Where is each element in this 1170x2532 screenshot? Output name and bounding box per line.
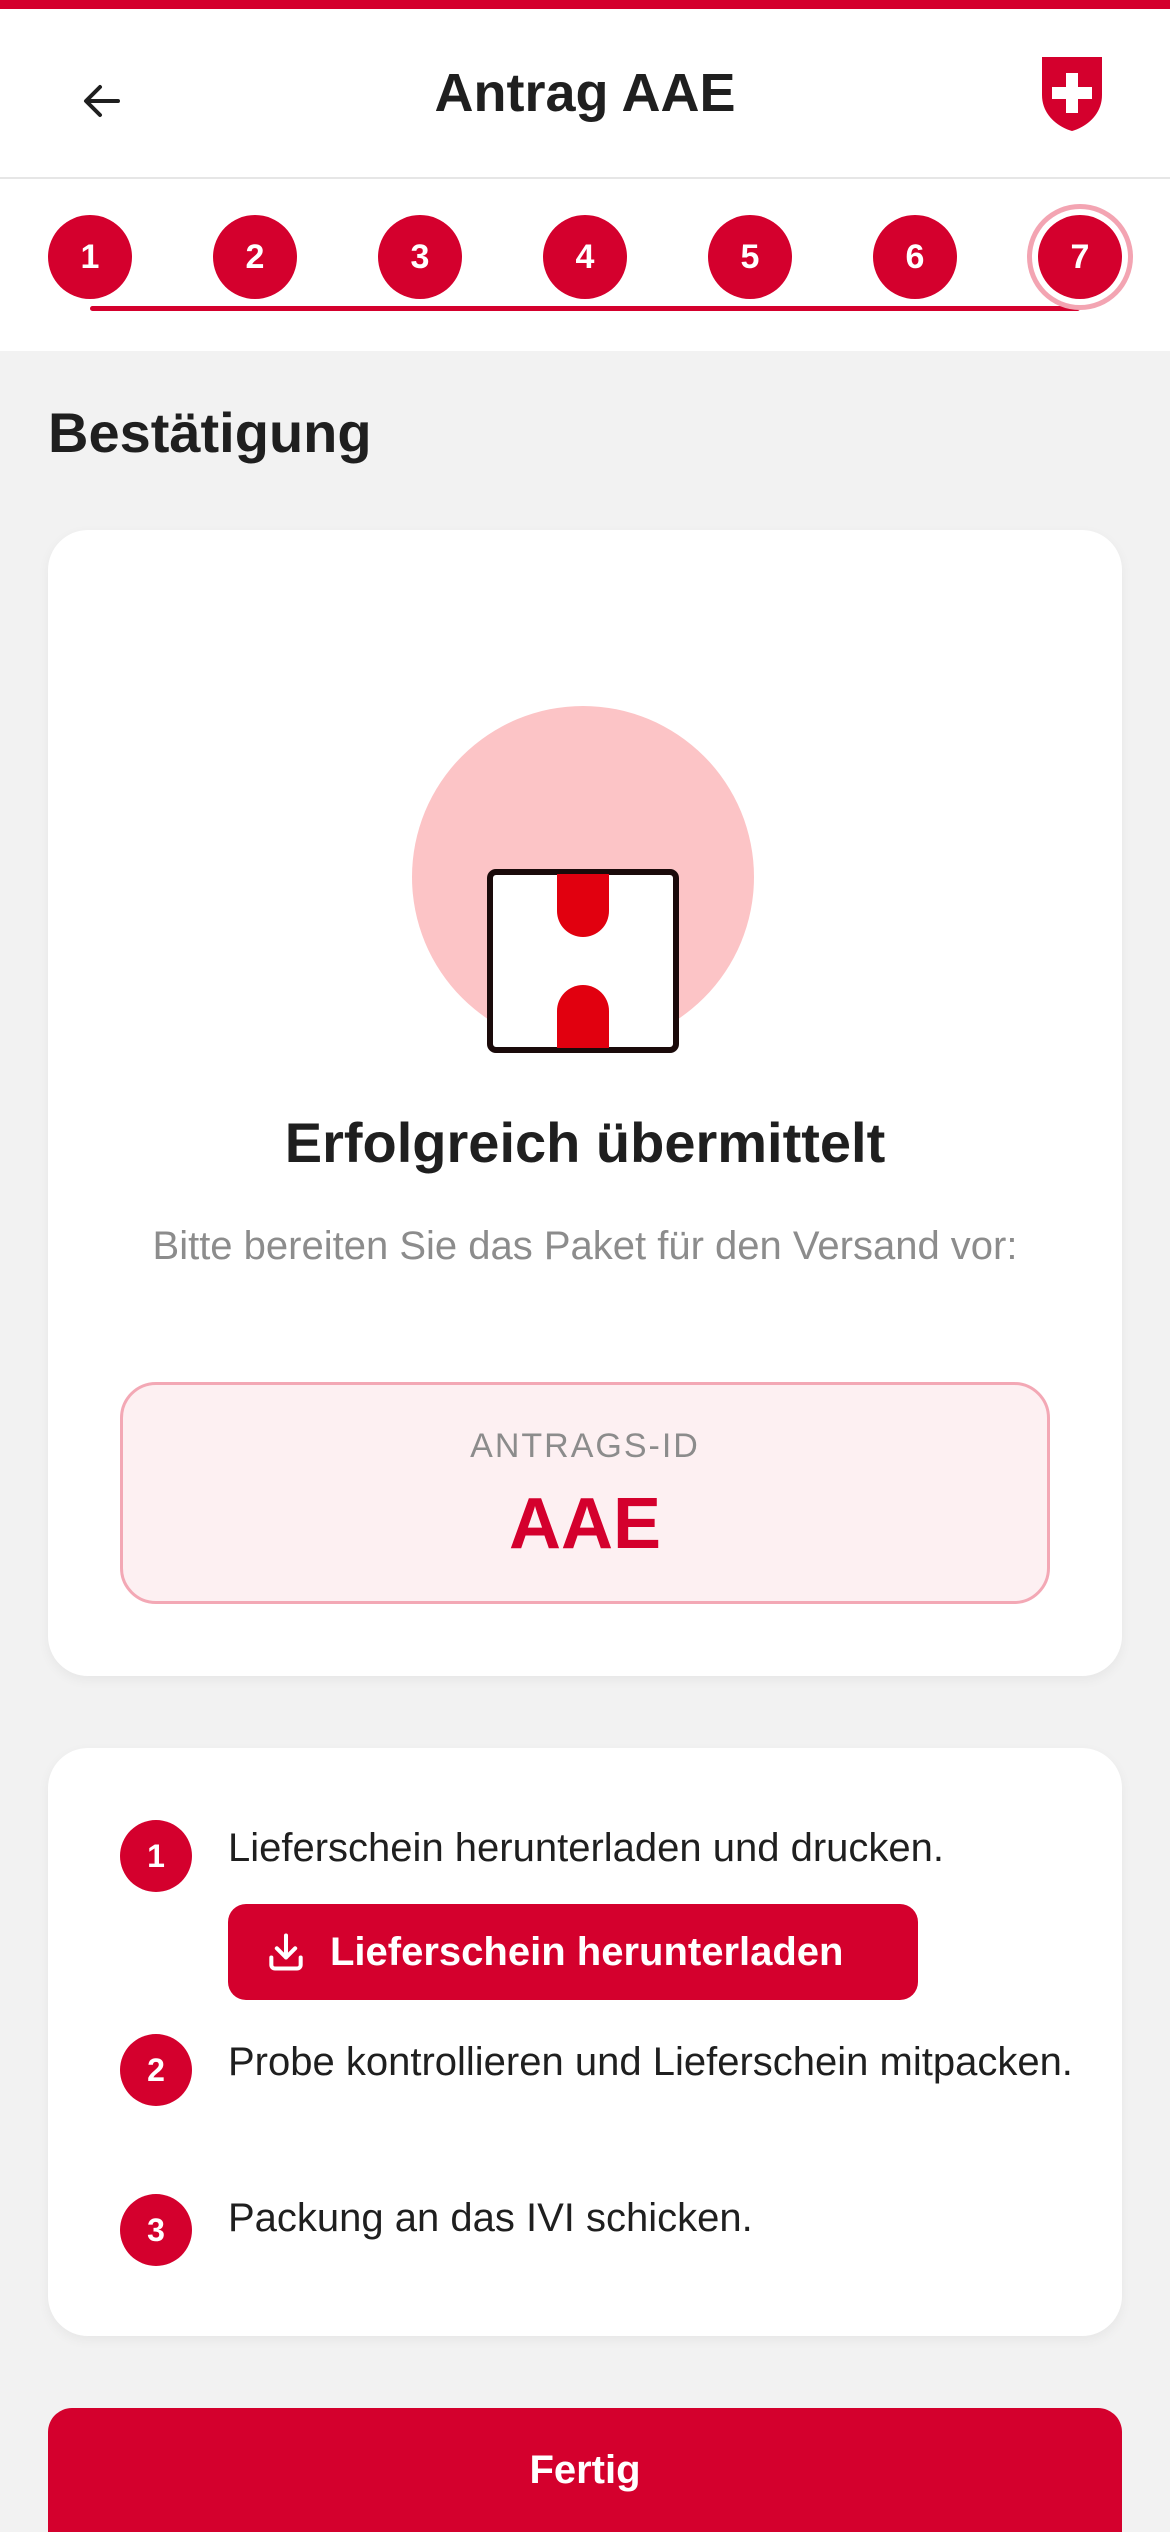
instruction-text: Packung an das IVI schicken.: [228, 2196, 753, 2240]
application-id-value: AAE: [508, 1484, 661, 1564]
step-4[interactable]: 4: [543, 215, 627, 299]
step-2[interactable]: 2: [213, 215, 297, 299]
instruction-number: 3: [120, 2194, 192, 2266]
step-6[interactable]: 6: [873, 215, 957, 299]
step-7[interactable]: 7: [1038, 215, 1122, 299]
top-accent-line: [0, 0, 1170, 9]
download-delivery-note-button[interactable]: Lieferschein herunterladen: [228, 1904, 918, 2000]
app-header: Antrag AAE: [0, 9, 1170, 177]
step-5[interactable]: 5: [708, 215, 792, 299]
instructions-card: 1 Lieferschein herunterladen und drucken…: [48, 1748, 1122, 2336]
step-3[interactable]: 3: [378, 215, 462, 299]
success-title: Erfolgreich übermittelt: [284, 1111, 886, 1174]
page-title: Antrag AAE: [434, 63, 736, 123]
instruction-text: Lieferschein herunterladen und drucken.: [228, 1826, 945, 1870]
confirmation-card: Erfolgreich übermittelt Bitte bereiten S…: [48, 530, 1122, 1676]
success-subtitle: Bitte bereiten Sie das Paket für den Ver…: [152, 1224, 1018, 1268]
application-id-label: ANTRAGS-ID: [470, 1427, 700, 1465]
instruction-number: 1: [120, 1820, 192, 1892]
progress-stepper: 1 2 3 4 5 6 7: [0, 177, 1170, 351]
package-icon: [412, 706, 754, 1053]
download-button-label: Lieferschein herunterladen: [330, 1929, 844, 1974]
application-id-box: ANTRAGS-ID AAE: [120, 1382, 1050, 1604]
instruction-number: 2: [120, 2034, 192, 2106]
stepper-line: [90, 306, 1080, 311]
arrow-left-icon: [84, 85, 120, 117]
section-title: Bestätigung: [48, 401, 372, 464]
done-button[interactable]: Fertig: [48, 2408, 1122, 2532]
step-1[interactable]: 1: [48, 215, 132, 299]
instruction-text: Probe kontrollieren und Lieferschein mit…: [228, 2040, 1073, 2084]
download-icon: [269, 1933, 303, 1971]
back-button[interactable]: [66, 65, 138, 137]
swiss-cross-icon: [1042, 57, 1102, 131]
